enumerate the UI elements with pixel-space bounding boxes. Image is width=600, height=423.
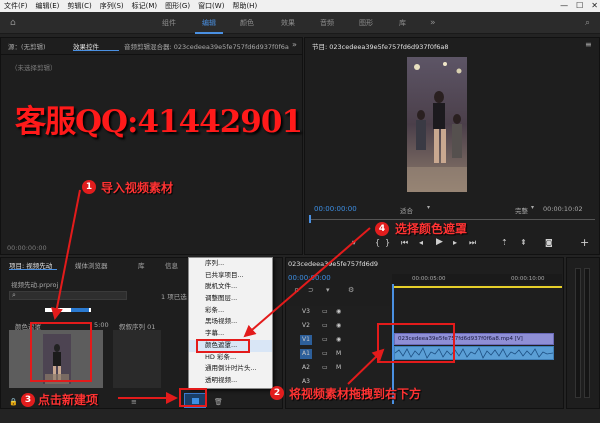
arrow-to-thumbnail	[51, 189, 81, 320]
arrow-to-clip	[347, 348, 385, 385]
callout-3-number: 3	[21, 393, 35, 407]
callout-1-text: 导入视频素材	[101, 181, 174, 195]
callout-4-number: 4	[375, 222, 389, 236]
callout-1-number: 1	[82, 180, 96, 194]
callout-3-text: 点击新建项	[38, 393, 99, 407]
callout-4-text: 选择颜色遮罩	[395, 222, 468, 236]
annotation-arrows	[51, 189, 385, 404]
callout-2-number: 2	[270, 386, 284, 400]
arrow-to-color-matte	[243, 227, 371, 338]
callout-2-text: 将视频素材拖拽到右下方	[289, 387, 422, 401]
